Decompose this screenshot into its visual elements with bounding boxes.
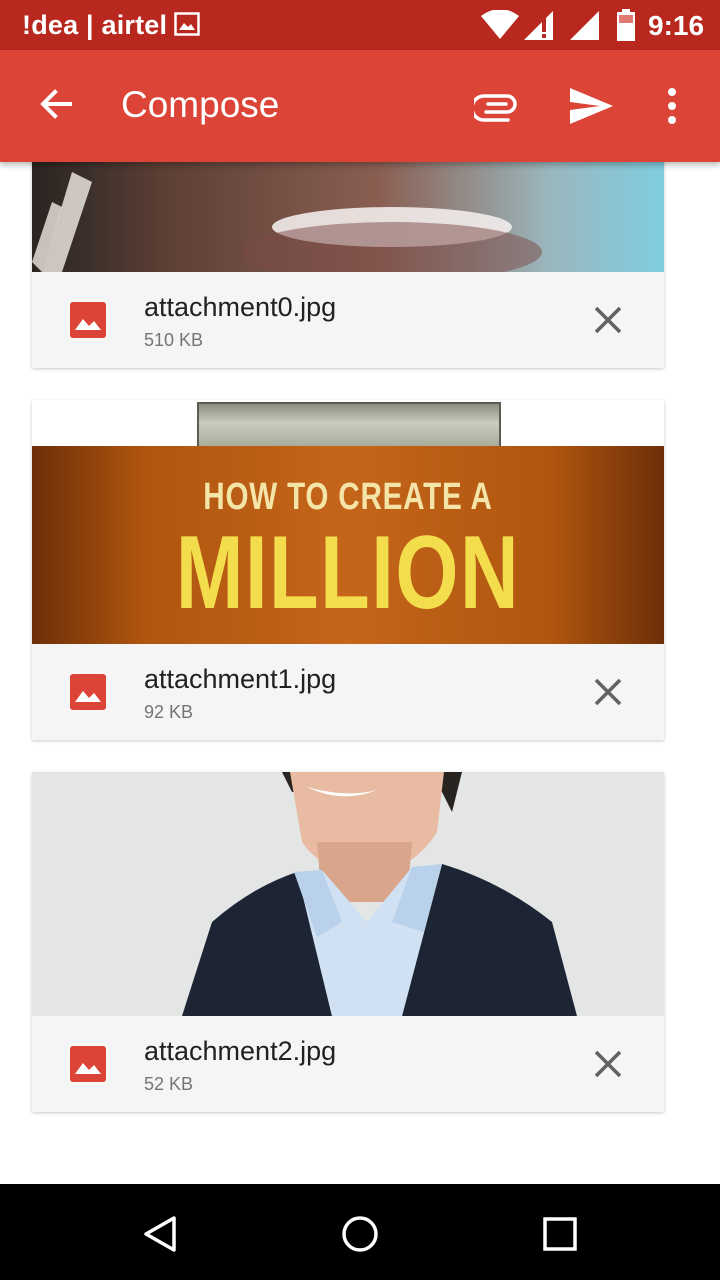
attachment-info: attachment1.jpg 92 KB	[32, 644, 664, 740]
close-icon[interactable]	[593, 305, 623, 340]
nav-back-icon[interactable]	[140, 1214, 180, 1259]
attachments-list: attachment0.jpg 510 KB HOW TO CREATE A M…	[0, 162, 720, 1184]
navigation-bar	[0, 1184, 720, 1280]
attachment-card[interactable]: attachment0.jpg 510 KB	[32, 162, 664, 368]
attachment-size: 510 KB	[144, 330, 204, 350]
signal-icon	[522, 9, 556, 46]
attachment-thumbnail	[32, 162, 664, 272]
close-icon[interactable]	[593, 1049, 623, 1084]
carrier-label: !dea | airtel	[22, 10, 168, 40]
send-icon[interactable]	[568, 86, 614, 131]
image-file-icon	[70, 1046, 106, 1087]
close-icon[interactable]	[593, 677, 623, 712]
attachment-name: attachment2.jpg	[144, 1036, 337, 1066]
attachment-size: 52 KB	[144, 1074, 194, 1094]
attachment-thumbnail	[32, 772, 664, 1016]
status-bar: !dea | airtel 9:16	[0, 0, 720, 50]
nav-home-icon[interactable]	[340, 1214, 380, 1259]
page-title: Compose	[121, 84, 280, 125]
image-file-icon	[70, 674, 106, 715]
attachment-name: attachment1.jpg	[144, 664, 337, 694]
thumbnail-caption: HOW TO CREATE A	[203, 476, 493, 518]
attachment-size: 92 KB	[144, 702, 194, 722]
attachment-thumbnail: HOW TO CREATE A MILLION	[32, 400, 664, 644]
image-file-icon	[70, 302, 106, 343]
image-notification-icon	[174, 12, 200, 41]
signal-icon-2	[568, 9, 602, 46]
attachment-card[interactable]: attachment2.jpg 52 KB	[32, 772, 664, 1112]
wifi-icon	[480, 9, 520, 45]
attachment-name: attachment0.jpg	[144, 292, 337, 322]
attachment-info: attachment0.jpg 510 KB	[32, 272, 664, 368]
app-bar: Compose	[0, 50, 720, 162]
arrow-back-icon[interactable]	[36, 84, 76, 129]
more-vert-icon[interactable]	[666, 86, 678, 131]
nav-recents-icon[interactable]	[542, 1216, 578, 1257]
thumbnail-headline: MILLION	[175, 515, 521, 631]
paperclip-icon[interactable]	[470, 88, 518, 127]
clock: 9:16	[648, 10, 705, 41]
attachment-card[interactable]: HOW TO CREATE A MILLION attachment1.jpg …	[32, 400, 664, 740]
attachment-info: attachment2.jpg 52 KB	[32, 1016, 664, 1112]
battery-icon	[617, 9, 635, 46]
